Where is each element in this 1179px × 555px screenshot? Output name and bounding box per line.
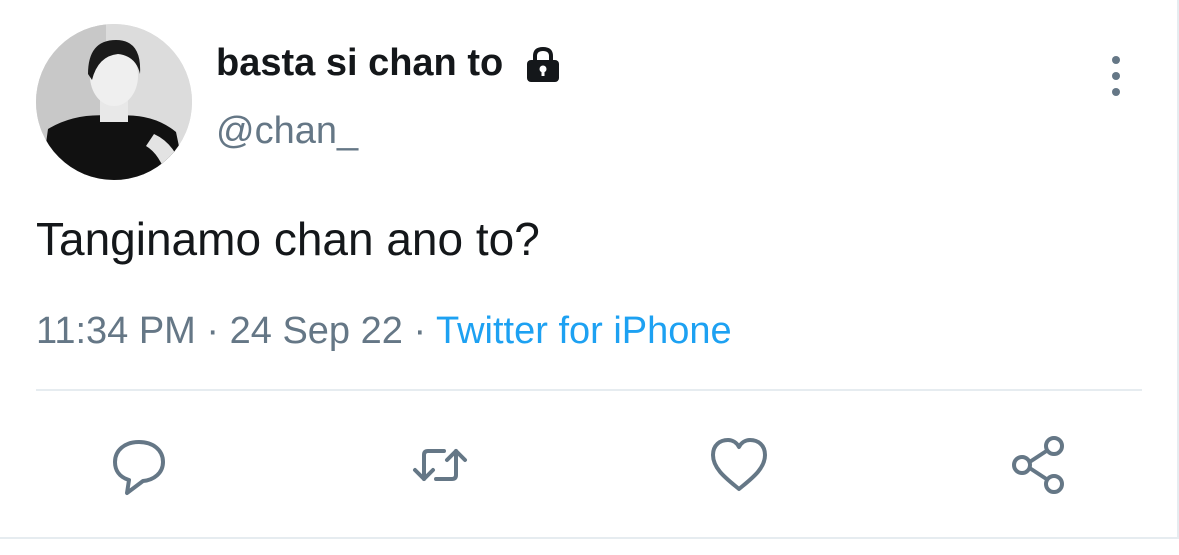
lock-icon bbox=[523, 44, 563, 84]
display-name[interactable]: basta si chan to bbox=[216, 42, 503, 85]
tweet-card: basta si chan to @chan_ Tanginamo chan a… bbox=[0, 0, 1179, 539]
tweet-text: Tanginamo chan ano to? bbox=[36, 213, 540, 265]
reply-button[interactable] bbox=[104, 430, 174, 500]
meta-separator: · bbox=[206, 310, 230, 352]
heart-icon bbox=[711, 438, 767, 491]
meta-separator: · bbox=[413, 310, 436, 352]
share-icon bbox=[1012, 436, 1064, 494]
retweet-button[interactable] bbox=[405, 430, 475, 500]
share-button[interactable] bbox=[1003, 430, 1073, 500]
reply-icon bbox=[113, 440, 165, 495]
like-button[interactable] bbox=[704, 430, 774, 500]
tweet-time[interactable]: 11:34 PM bbox=[36, 310, 196, 352]
divider bbox=[36, 389, 1142, 391]
tweet-date[interactable]: 24 Sep 22 bbox=[230, 310, 403, 352]
more-vertical-icon[interactable] bbox=[1096, 56, 1136, 96]
avatar[interactable] bbox=[36, 24, 192, 180]
user-handle[interactable]: @chan_ bbox=[216, 110, 358, 153]
tweet-source-link[interactable]: Twitter for iPhone bbox=[436, 310, 732, 352]
retweet-icon bbox=[413, 449, 467, 481]
display-name-row[interactable]: basta si chan to bbox=[216, 42, 563, 85]
avatar-image bbox=[36, 24, 192, 180]
tweet-meta: 11:34 PM · 24 Sep 22 · Twitter for iPhon… bbox=[36, 310, 732, 353]
